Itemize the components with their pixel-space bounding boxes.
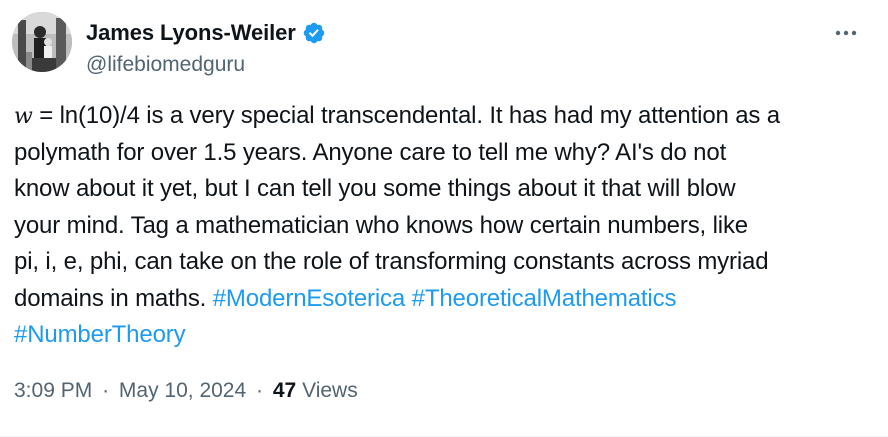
tweet-line-6-text: domains in maths.	[14, 284, 213, 312]
hashtag-theoretical-mathematics[interactable]: #TheoreticalMathematics	[412, 285, 677, 312]
avatar[interactable]	[12, 12, 72, 72]
meta-separator: ·	[256, 379, 264, 402]
hashtag-modern-esoterica[interactable]: #ModernEsoterica	[213, 285, 406, 312]
author-handle[interactable]: @lifebiomedguru	[86, 50, 326, 80]
tweet-line-2: polymath for over 1.5 years. Anyone care…	[14, 138, 727, 166]
tweet-meta: 3:09 PM · May 10, 2024 · 47 Views	[14, 376, 358, 406]
tweet-line-1: w = ln(10)/4 is a very special transcend…	[14, 98, 874, 135]
tweet-line-4: your mind. Tag a mathematician who knows…	[14, 211, 749, 239]
tweet-line-1-text: = ln(10)/4 is a very special transcenden…	[32, 102, 781, 129]
meta-separator: ·	[102, 379, 110, 402]
tweet-line-3: know about it yet, but I can tell you so…	[14, 175, 736, 202]
tweet-line-6: domains in maths. #ModernEsoterica #Theo…	[14, 281, 874, 318]
verified-badge-icon	[302, 21, 326, 45]
tweet-date[interactable]: May 10, 2024	[119, 379, 246, 402]
display-name[interactable]: James Lyons-Weiler	[86, 18, 296, 48]
avatar-image	[12, 12, 72, 72]
views-count: 47	[272, 379, 297, 402]
math-variable: w	[14, 104, 33, 129]
tweet-line-5: pi, i, e, phi, can take on the role of t…	[14, 248, 769, 275]
tweet-line-7: #NumberTheory	[14, 317, 874, 354]
more-options-icon[interactable]	[832, 22, 860, 44]
tweet-card[interactable]: James Lyons-Weiler @lifebiomedguru w = l…	[0, 0, 888, 437]
author-header: James Lyons-Weiler @lifebiomedguru	[86, 18, 326, 80]
hashtag-number-theory[interactable]: #NumberTheory	[14, 321, 186, 348]
name-row: James Lyons-Weiler	[86, 18, 326, 48]
tweet-text: w = ln(10)/4 is a very special transcend…	[14, 98, 874, 354]
tweet-time[interactable]: 3:09 PM	[14, 379, 92, 402]
views-label: Views	[302, 379, 358, 402]
